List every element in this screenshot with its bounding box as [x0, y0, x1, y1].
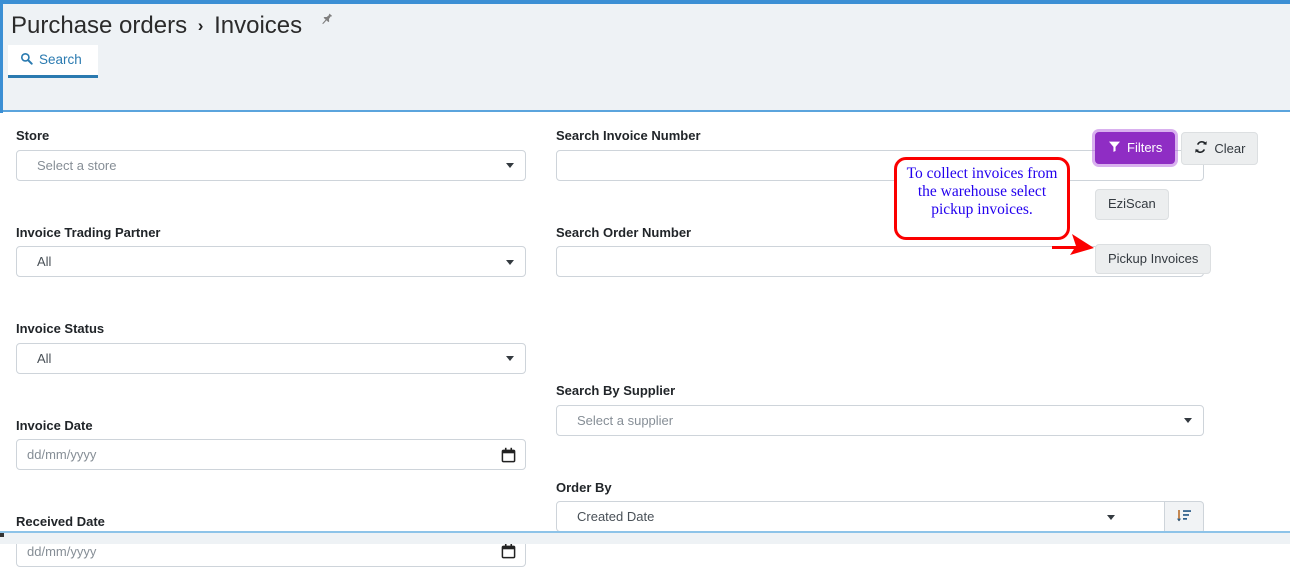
- refresh-icon: [1194, 140, 1208, 157]
- tab-bar: Search: [8, 45, 98, 78]
- invoice-status-select[interactable]: All: [16, 342, 526, 374]
- bottom-divider: [0, 531, 1290, 533]
- breadcrumb: Purchase orders › Invoices: [11, 6, 334, 40]
- calendar-icon[interactable]: [501, 447, 516, 466]
- breadcrumb-separator-icon: ›: [197, 16, 204, 35]
- field-search-by-supplier-label: Search By Supplier: [556, 383, 676, 399]
- page-footer-band: [0, 533, 1290, 544]
- invoice-date-placeholder: dd/mm/yyyy: [27, 447, 97, 463]
- field-store-label: Store: [16, 128, 50, 143]
- search-by-supplier-select[interactable]: Select a supplier: [556, 404, 1204, 436]
- annotation-callout: To collect invoices from the warehouse s…: [894, 157, 1070, 240]
- pickup-invoices-button[interactable]: Pickup Invoices: [1095, 243, 1212, 274]
- order-by-value: Created Date: [577, 509, 655, 525]
- store-select[interactable]: Select a store: [16, 149, 526, 181]
- filters-button-label: Filters: [1127, 140, 1163, 155]
- field-search-by-supplier: Search By Supplier Select a supplier: [556, 383, 1204, 436]
- search-icon: [20, 52, 33, 69]
- field-received-date-label: Received Date: [16, 514, 105, 530]
- pickup-invoices-button-label: Pickup Invoices: [1108, 250, 1199, 266]
- field-invoice-date-label: Invoice Date: [16, 417, 93, 433]
- field-invoice-trading-partner-label: Invoice Trading Partner: [16, 224, 161, 240]
- order-by-select[interactable]: Created Date: [556, 501, 1165, 533]
- search-by-supplier-value: Select a supplier: [577, 412, 674, 428]
- clear-button-label: Clear: [1214, 140, 1246, 156]
- annotation-callout-text: To collect invoices from the warehouse s…: [906, 165, 1058, 218]
- invoice-trading-partner-value: All: [37, 254, 52, 270]
- funnel-icon: [1108, 140, 1121, 156]
- filters-button[interactable]: Filters: [1095, 132, 1176, 165]
- field-invoice-trading-partner: Invoice Trading Partner All: [16, 225, 526, 278]
- field-order-by: Order By Created Date: [556, 480, 1204, 535]
- field-order-by-label: Order By: [556, 479, 612, 495]
- invoice-status-value: All: [37, 350, 52, 366]
- chevron-down-icon: [506, 259, 514, 265]
- field-invoice-status-label: Invoice Status: [16, 321, 105, 337]
- footer-corner-marker: [0, 533, 4, 537]
- field-store: Store Select a store: [16, 128, 526, 181]
- invoice-date-input[interactable]: dd/mm/yyyy: [16, 439, 526, 471]
- tab-search-label: Search: [39, 52, 82, 67]
- tab-search[interactable]: Search: [8, 45, 98, 78]
- page-title: Invoices: [214, 12, 303, 39]
- invoice-trading-partner-select[interactable]: All: [16, 246, 526, 278]
- order-by-group: Created Date: [556, 501, 1204, 535]
- chevron-down-icon: [1184, 418, 1192, 424]
- page-header-band: Purchase orders › Invoices Search: [3, 4, 1290, 112]
- calendar-icon[interactable]: [501, 543, 516, 562]
- chevron-down-icon: [506, 163, 514, 169]
- clear-button[interactable]: Clear: [1181, 132, 1259, 166]
- form-column-actions: Filters Clear EziScan Pickup Invoices: [1095, 132, 1275, 274]
- chevron-down-icon: [506, 356, 514, 362]
- field-invoice-status: Invoice Status All: [16, 321, 526, 374]
- search-filter-form: Store Select a store Invoice Trading Par…: [0, 114, 1290, 567]
- primary-action-row: Filters Clear: [1095, 132, 1275, 166]
- pin-icon[interactable]: [319, 6, 334, 34]
- store-select-value: Select a store: [37, 157, 117, 173]
- eziscan-button-label: EziScan: [1108, 196, 1156, 212]
- breadcrumb-parent[interactable]: Purchase orders: [11, 12, 187, 39]
- sort-direction-button[interactable]: [1165, 501, 1204, 535]
- chevron-down-icon: [1107, 514, 1115, 520]
- field-invoice-date: Invoice Date dd/mm/yyyy: [16, 418, 526, 471]
- form-column-left: Store Select a store Invoice Trading Par…: [16, 128, 526, 567]
- sort-descending-icon: [1176, 508, 1192, 527]
- eziscan-button[interactable]: EziScan: [1095, 189, 1169, 220]
- annotation-callout-arrow-icon: [1050, 224, 1096, 261]
- received-date-placeholder: dd/mm/yyyy: [27, 543, 97, 559]
